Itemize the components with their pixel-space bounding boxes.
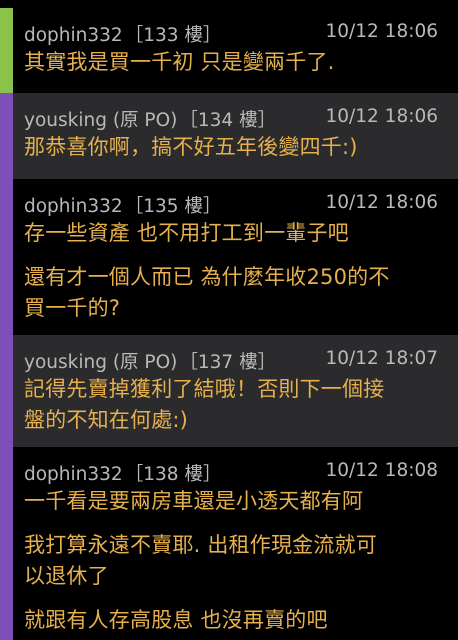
post-author[interactable]: yousking (原 PO) ［137 樓］ (24, 348, 276, 374)
top-divider (0, 0, 458, 8)
post-accent-bar (0, 335, 13, 447)
post-floor: ［134 樓］ (179, 110, 277, 131)
post-accent-bar (0, 8, 13, 93)
post-text-line: 我打算永遠不賣耶. 出租作現金流就可 (24, 533, 377, 557)
post-text-line: 那恭喜你啊，搞不好五年後變四千:) (24, 135, 358, 159)
post-time: 10/12 18:06 (325, 192, 438, 213)
post-header: yousking (原 PO) ［137 樓］ 10/12 18:07 (24, 346, 440, 374)
post-time: 10/12 18:08 (325, 460, 438, 481)
post-header: yousking (原 PO) ［134 樓］ 10/12 18:06 (24, 104, 440, 132)
post-accent-bar (0, 447, 13, 640)
post-header: dophin332 ［138 樓］ 10/12 18:08 (24, 458, 440, 486)
post-text-line: 一千看是要兩房車還是小透天都有阿 (24, 489, 364, 513)
post-time: 10/12 18:06 (325, 21, 438, 42)
post-author[interactable]: dophin332 ［135 樓］ (24, 192, 221, 218)
post-134: yousking (原 PO) ［134 樓］ 10/12 18:06 那恭喜你啊… (0, 93, 458, 179)
post-137: yousking (原 PO) ［137 樓］ 10/12 18:07 記得先賣掉… (0, 335, 458, 447)
post-author[interactable]: yousking (原 PO) ［134 樓］ (24, 106, 276, 132)
post-text-line: 其實我是買一千初 只是變兩千了. (24, 50, 335, 74)
post-accent-bar (0, 179, 13, 335)
post-floor: ［137 樓］ (179, 352, 277, 373)
post-header: dophin332 ［133 樓］ 10/12 18:06 (24, 19, 440, 47)
post-floor: ［133 樓］ (124, 25, 222, 46)
post-text-line: 買一千的? (24, 296, 121, 320)
post-133: dophin332 ［133 樓］ 10/12 18:06 其實我是買一千初 只是… (0, 8, 458, 93)
post-138: dophin332 ［138 樓］ 10/12 18:08 一千看是要兩房車還是小… (0, 447, 458, 640)
post-author[interactable]: dophin332 ［138 樓］ (24, 460, 221, 486)
post-text-line: 就跟有人存高股息 也沒再賣的吧 (24, 608, 328, 632)
post-accent-bar (0, 93, 13, 179)
post-135: dophin332 ［135 樓］ 10/12 18:06 存一些資產 也不用打工… (0, 179, 458, 335)
post-floor: ［135 樓］ (124, 196, 222, 217)
post-text-line: 盤的不知在何處:) (24, 408, 189, 432)
post-floor: ［138 樓］ (124, 464, 222, 485)
post-time: 10/12 18:06 (325, 106, 438, 127)
post-time: 10/12 18:07 (325, 348, 438, 369)
post-text-line: 還有才一個人而已 為什麼年收250的不 (24, 265, 390, 289)
post-text-line: 以退休了 (24, 564, 109, 588)
post-header: dophin332 ［135 樓］ 10/12 18:06 (24, 190, 440, 218)
comment-thread: dophin332 ［133 樓］ 10/12 18:06 其實我是買一千初 只是… (0, 0, 458, 640)
post-text-line: 記得先賣掉獲利了結哦！否則下一個接 (24, 377, 385, 401)
post-text-line: 存一些資產 也不用打工到一輩子吧 (24, 221, 349, 245)
post-author[interactable]: dophin332 ［133 樓］ (24, 21, 221, 47)
